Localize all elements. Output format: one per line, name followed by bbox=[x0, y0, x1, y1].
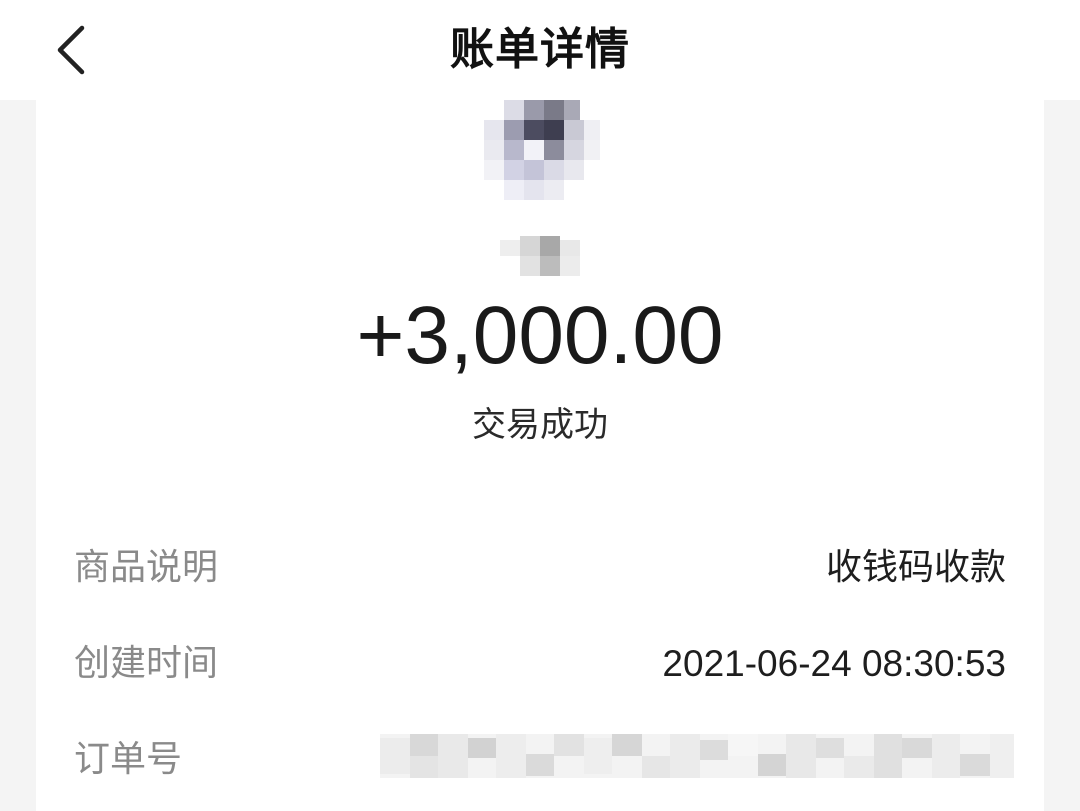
payer-avatar bbox=[484, 100, 604, 200]
top-bar: 账单详情 bbox=[0, 0, 1080, 100]
payer-name-blurred bbox=[500, 234, 584, 280]
bill-detail-card bbox=[36, 100, 1044, 811]
detail-row-created-time: 创建时间 2021-06-24 08:30:53 bbox=[74, 634, 1006, 694]
detail-value: 2021-06-24 08:30:53 bbox=[662, 643, 1006, 684]
detail-label: 创建时间 bbox=[74, 643, 219, 684]
transaction-status: 交易成功 bbox=[472, 405, 608, 445]
detail-label: 商品说明 bbox=[74, 547, 219, 588]
blurred-avatar-image bbox=[484, 100, 604, 200]
page-title: 账单详情 bbox=[450, 24, 630, 75]
detail-row-order-number: 订单号 bbox=[74, 730, 1014, 790]
order-number-blurred bbox=[380, 734, 1014, 778]
detail-value: 收钱码收款 bbox=[825, 547, 1006, 588]
detail-label: 订单号 bbox=[74, 739, 183, 780]
detail-row-product: 商品说明 收钱码收款 bbox=[74, 538, 1006, 598]
transaction-amount: +3,000.00 bbox=[356, 290, 724, 381]
